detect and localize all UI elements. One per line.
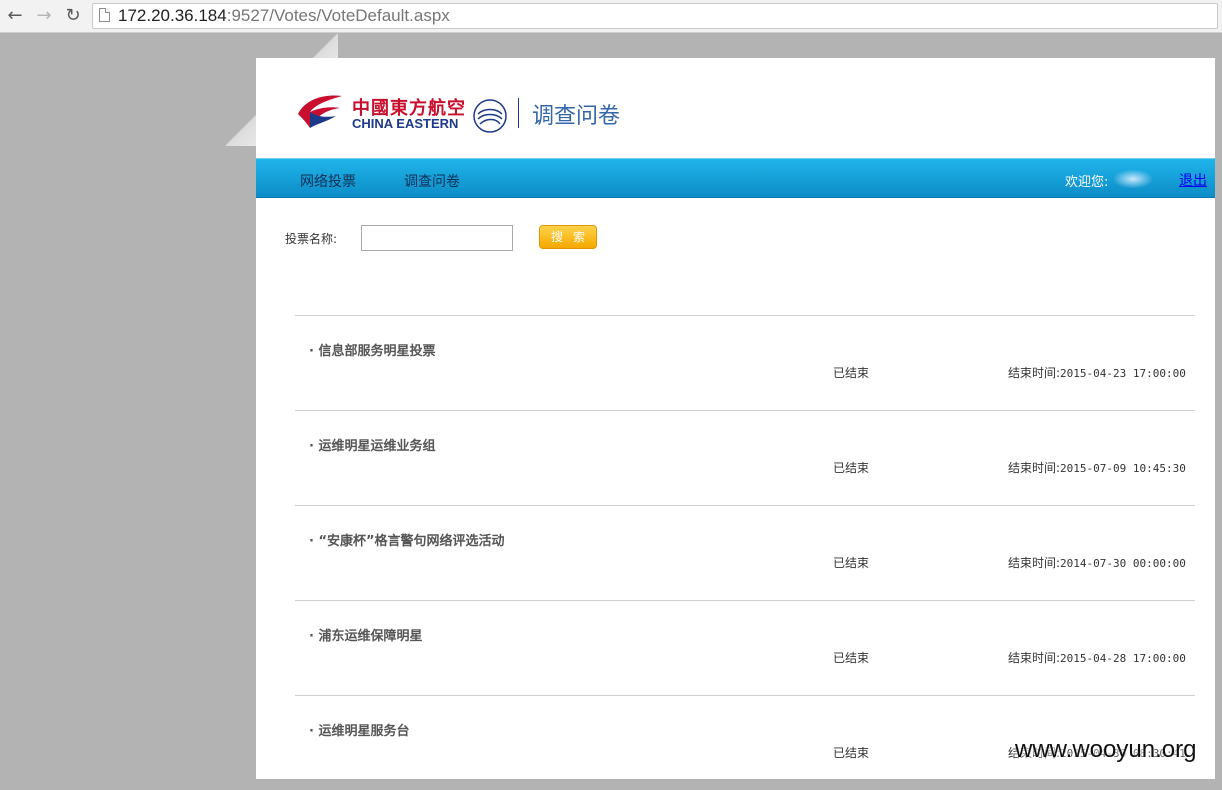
reload-icon[interactable]: ↻ — [62, 5, 84, 27]
section-title: 调查问卷 — [532, 104, 621, 129]
back-icon[interactable]: ← — [4, 5, 26, 27]
list-item: · 运维明星运维业务组 已结束 结束时间:2015-07-09 10:45:30 — [295, 410, 1195, 505]
end-time-value: 2015-07-09 10:45:30 — [1060, 462, 1186, 475]
end-time-value: 2015-04-28 17:00:00 — [1060, 652, 1186, 665]
vote-name-search-input[interactable] — [361, 225, 513, 251]
vote-status: 已结束 — [833, 556, 870, 570]
nav-item-survey[interactable]: 调查问卷 — [404, 171, 460, 191]
main-nav-bar: 网络投票 调查问卷 欢迎您: 退出 — [256, 158, 1215, 198]
vote-title-link[interactable]: · “安康杯”格言警句网络评选活动 — [309, 530, 505, 549]
vote-end-time: 结束时间:2015-07-09 10:45:30 — [1008, 459, 1186, 476]
end-time-value: 2015-04-23 17:00:00 — [1060, 367, 1186, 380]
vote-status: 已结束 — [833, 651, 870, 665]
search-button[interactable]: 搜索 — [539, 225, 597, 249]
skyteam-logo-icon — [473, 99, 507, 133]
logo-area: 中國東方航空 CHINA EASTERN 调查问卷 — [256, 58, 1215, 158]
vote-status: 已结束 — [833, 366, 870, 380]
end-time-label: 结束时间: — [1008, 556, 1061, 570]
vote-status: 已结束 — [833, 746, 870, 760]
page-icon — [99, 8, 110, 22]
logout-link[interactable]: 退出 — [1179, 170, 1207, 190]
list-item: · 浦东运维保障明星 已结束 结束时间:2015-04-28 17:00:00 — [295, 600, 1195, 695]
watermark-text: www.wooyun.org — [1015, 736, 1197, 763]
welcome-text: 欢迎您: — [1065, 175, 1109, 190]
vote-end-time: 结束时间:2015-04-23 17:00:00 — [1008, 364, 1186, 381]
url-text: 172.20.36.184:9527/Votes/VoteDefault.asp… — [118, 6, 450, 26]
list-item: · “安康杯”格言警句网络评选活动 已结束 结束时间:2014-07-30 00… — [295, 505, 1195, 600]
vote-title-link[interactable]: · 运维明星运维业务组 — [309, 435, 435, 454]
logo-divider — [518, 98, 519, 128]
end-time-value: 2014-07-30 00:00:00 — [1060, 557, 1186, 570]
vote-title-link[interactable]: · 浦东运维保障明星 — [309, 625, 422, 644]
address-bar[interactable]: 172.20.36.184:9527/Votes/VoteDefault.asp… — [92, 3, 1218, 29]
redacted-username — [1114, 170, 1152, 188]
url-path: :9527/Votes/VoteDefault.aspx — [226, 6, 450, 25]
vote-title-link[interactable]: · 运维明星服务台 — [309, 720, 409, 739]
vote-end-time: 结束时间:2014-07-30 00:00:00 — [1008, 554, 1186, 571]
vote-end-time: 结束时间:2015-04-28 17:00:00 — [1008, 649, 1186, 666]
vote-list: · 信息部服务明星投票 已结束 结束时间:2015-04-23 17:00:00… — [295, 315, 1195, 790]
nav-item-online-voting[interactable]: 网络投票 — [300, 171, 356, 191]
list-item: · 信息部服务明星投票 已结束 结束时间:2015-04-23 17:00:00 — [295, 315, 1195, 410]
search-label: 投票名称: — [285, 232, 338, 246]
end-time-label: 结束时间: — [1008, 461, 1061, 475]
vote-status: 已结束 — [833, 461, 870, 475]
url-host: 172.20.36.184 — [118, 6, 227, 25]
page: 中國東方航空 CHINA EASTERN 调查问卷 网络投票 调查问卷 欢迎您:… — [256, 58, 1215, 779]
end-time-label: 结束时间: — [1008, 651, 1061, 665]
browser-toolbar: ← → ↻ 172.20.36.184:9527/Votes/VoteDefau… — [0, 0, 1222, 33]
logo-english-name: CHINA EASTERN — [352, 116, 459, 131]
forward-icon[interactable]: → — [33, 5, 55, 27]
vote-title-link[interactable]: · 信息部服务明星投票 — [309, 340, 435, 359]
end-time-label: 结束时间: — [1008, 366, 1061, 380]
china-eastern-swallow-logo-icon — [298, 95, 342, 128]
